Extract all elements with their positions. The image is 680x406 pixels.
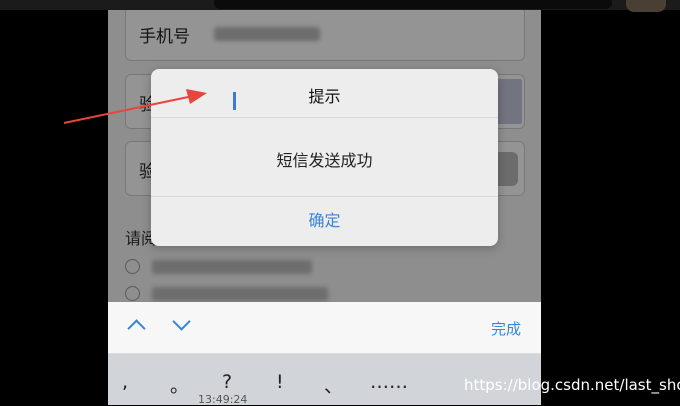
watermark: https://blog.csdn.net/last_sho [464, 376, 680, 394]
done-button[interactable]: 完成 [491, 318, 521, 339]
key-exclamation[interactable]: ! [276, 371, 284, 393]
key-comma[interactable]: , [122, 371, 128, 393]
key-question[interactable]: ? [222, 371, 232, 393]
avatar [626, 0, 666, 12]
dialog-message: 短信发送成功 [276, 151, 373, 170]
status-time: 13:49:24 [198, 393, 248, 406]
dialog-divider-top [151, 117, 498, 118]
ok-button[interactable]: 确定 [151, 208, 498, 246]
top-notch-bar [214, 0, 612, 9]
alert-dialog: 提示 短信发送成功 确定 [151, 69, 498, 246]
phone-screen: 手机号 验 验 请阅 提示 短信发送成功 确定 完成 , 。 ? ! 、 …… [108, 10, 541, 405]
dialog-title: 提示 [308, 87, 341, 106]
window-top-bar [0, 0, 680, 12]
dialog-divider-bottom [151, 196, 498, 197]
chevron-down-icon[interactable] [172, 312, 191, 331]
key-period[interactable]: 。 [170, 371, 189, 398]
chevron-up-icon[interactable] [127, 319, 146, 338]
keyboard-toolbar: 完成 [108, 302, 541, 354]
key-pause[interactable]: 、 [324, 371, 343, 398]
key-ellipsis[interactable]: …… [370, 371, 408, 393]
